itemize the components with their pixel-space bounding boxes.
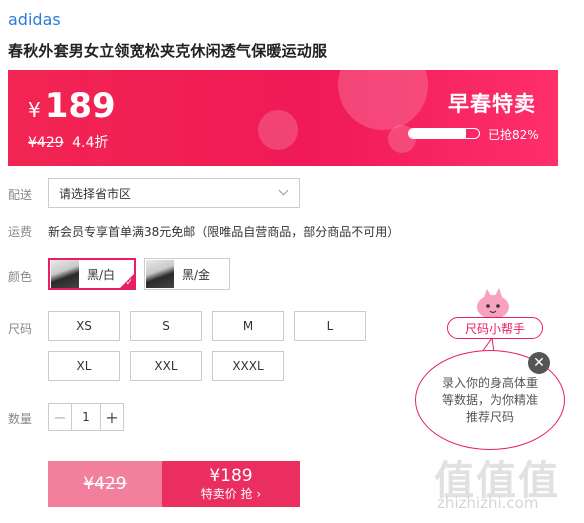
color-option-label: 黑/白	[87, 267, 116, 282]
watermark-url: zhizhizhi.com	[437, 494, 539, 512]
close-icon[interactable]: ✕	[528, 352, 550, 374]
delivery-label: 配送	[8, 188, 33, 202]
buy-now-button[interactable]: ¥189 特卖价 抢 ›	[162, 461, 300, 507]
price-banner: ¥ 189 ¥429 4.4折 早春特卖 已抢82%	[8, 70, 558, 166]
quantity-plus-button[interactable]: +	[101, 404, 123, 430]
shipping-text: 新会员专享首单满38元免邮（限唯品自营商品，部分商品不可用）	[48, 225, 400, 239]
current-price: ¥ 189	[28, 86, 116, 126]
size-option-xxl[interactable]: XXL	[130, 351, 202, 381]
color-option-black-gold[interactable]: 黑/金	[144, 258, 230, 290]
buy-now-price: ¥189	[209, 466, 253, 486]
brand-link[interactable]: adidas	[8, 10, 61, 29]
discount-label: 4.4折	[72, 135, 109, 151]
product-thumbnail	[51, 260, 79, 288]
original-price: ¥429	[28, 135, 64, 151]
color-option-label: 黑/金	[182, 267, 211, 282]
sold-progress-bar	[408, 128, 480, 139]
original-price-line: ¥429 4.4折	[28, 132, 108, 152]
currency-symbol: ¥	[28, 98, 41, 122]
check-icon: ✓	[125, 278, 133, 288]
size-option-m[interactable]: M	[212, 311, 284, 341]
color-label: 颜色	[8, 270, 33, 284]
chevron-down-icon	[278, 185, 289, 196]
buy-now-label: 特卖价 抢 ›	[200, 487, 262, 501]
color-option-black-white[interactable]: 黑/白 ✓	[48, 258, 136, 290]
sold-progress-label: 已抢82%	[488, 128, 539, 142]
size-option-xs[interactable]: XS	[48, 311, 120, 341]
promo-label: 早春特卖	[448, 92, 536, 116]
product-title: 春秋外套男女立领宽松夹克休闲透气保暖运动服	[8, 42, 328, 60]
size-option-l[interactable]: L	[294, 311, 366, 341]
shipping-label: 运费	[8, 225, 33, 239]
original-price-button[interactable]: ¥429	[48, 461, 162, 507]
current-price-value: 189	[44, 86, 116, 126]
quantity-label: 数量	[8, 412, 33, 426]
size-option-xxxl[interactable]: XXXL	[212, 351, 284, 381]
size-label: 尺码	[8, 322, 33, 336]
size-option-s[interactable]: S	[130, 311, 202, 341]
quantity-value[interactable]: 1	[71, 404, 101, 430]
size-option-xl[interactable]: XL	[48, 351, 120, 381]
size-helper-button[interactable]: 尺码小帮手	[447, 317, 543, 339]
sold-progress-fill	[409, 129, 467, 138]
region-select-value: 请选择省市区	[59, 186, 132, 201]
region-select[interactable]: 请选择省市区	[48, 178, 300, 208]
mascot-icon	[477, 288, 509, 319]
buy-button-group: ¥429 ¥189 特卖价 抢 ›	[48, 461, 300, 507]
quantity-minus-button[interactable]: −	[49, 404, 71, 430]
product-thumbnail	[146, 260, 174, 288]
quantity-stepper: − 1 +	[48, 403, 124, 431]
